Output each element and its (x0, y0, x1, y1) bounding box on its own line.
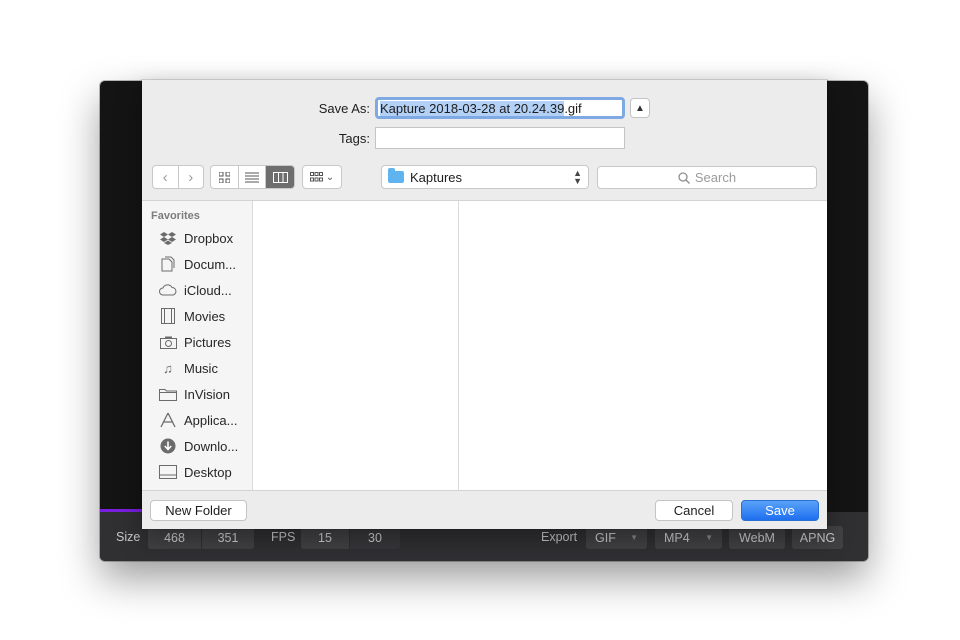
sidebar-item-icloud[interactable]: iCloud... (159, 280, 232, 300)
format-webm[interactable]: WebM (729, 526, 785, 549)
format-gif[interactable]: GIF ▼ (586, 526, 647, 549)
film-icon (159, 308, 177, 324)
sidebar-item-label: iCloud... (184, 282, 232, 298)
list-icon (245, 172, 259, 182)
sidebar-item-music[interactable]: ♫ Music (159, 358, 218, 378)
applications-icon (159, 412, 177, 428)
sidebar-item-movies[interactable]: Movies (159, 306, 225, 326)
save-button[interactable]: Save (741, 500, 819, 521)
back-button[interactable]: ‹ (153, 166, 179, 188)
save-as-label: Save As: (318, 101, 370, 116)
sidebar-item-pictures[interactable]: Pictures (159, 332, 231, 352)
chevron-down-icon: ⌄ (325, 171, 335, 183)
fps-label: FPS (271, 530, 296, 544)
column-view-button[interactable] (266, 166, 294, 188)
sidebar-item-label: InVision (184, 386, 231, 402)
tags-input[interactable] (375, 127, 625, 149)
cancel-button[interactable]: Cancel (655, 500, 733, 521)
chevron-down-icon: ▼ (705, 533, 713, 542)
cloud-icon (159, 282, 177, 298)
sidebar-item-label: Music (184, 360, 218, 376)
format-apng-label: APNG (799, 530, 836, 545)
filename-input[interactable]: Kapture 2018-03-28 at 20.24.39 .gif (375, 97, 625, 119)
fps-option-30[interactable]: 30 (350, 526, 400, 549)
format-mp4[interactable]: MP4 ▼ (655, 526, 722, 549)
grid-icon (218, 171, 230, 183)
sidebar: Favorites Dropbox Docum... iCloud... Mov… (142, 201, 253, 490)
save-sheet: Save As: Kapture 2018-03-28 at 20.24.39.… (142, 80, 827, 529)
expand-button[interactable]: ▲ (630, 98, 650, 118)
new-folder-button[interactable]: New Folder (150, 500, 247, 521)
chevron-left-icon: ‹ (162, 168, 168, 186)
search-icon (678, 171, 690, 184)
sidebar-item-label: Applica... (184, 412, 238, 428)
format-webm-label: WebM (739, 530, 775, 545)
sidebar-item-label: Docum... (184, 256, 237, 272)
music-note-icon: ♫ (163, 360, 173, 376)
download-icon (159, 438, 177, 454)
arrange-grid-icon (309, 172, 323, 182)
desktop-icon (159, 464, 177, 480)
view-mode-buttons (210, 165, 295, 189)
sidebar-item-downloads[interactable]: Downlo... (159, 436, 238, 456)
search-placeholder: Search (694, 170, 737, 185)
location-label: Kaptures (410, 169, 463, 185)
dropbox-icon (159, 230, 177, 246)
list-view-button[interactable] (239, 166, 267, 188)
sidebar-item-desktop[interactable]: Desktop (159, 462, 232, 482)
sidebar-item-label: Desktop (184, 464, 232, 480)
export-label: Export (541, 530, 578, 544)
size-inputs: 468 351 (148, 526, 254, 549)
camera-icon (159, 334, 177, 350)
icon-view-button[interactable] (211, 166, 239, 188)
sidebar-item-label: Pictures (184, 334, 231, 350)
sidebar-item-applications[interactable]: Applica... (159, 410, 237, 430)
search-field[interactable]: Search (597, 166, 817, 189)
format-apng[interactable]: APNG (792, 526, 843, 549)
file-browser: Favorites Dropbox Docum... iCloud... Mov… (142, 200, 827, 491)
chevron-up-icon: ▲ (635, 102, 645, 114)
arrange-button[interactable]: ⌄ (302, 165, 342, 189)
sidebar-item-label: Downlo... (184, 438, 239, 454)
fps-selector: 15 30 (301, 526, 400, 549)
columns-icon (272, 171, 288, 183)
sidebar-item-documents[interactable]: Docum... (159, 254, 236, 274)
favorites-header: Favorites (151, 210, 200, 222)
browser-column-1[interactable] (253, 201, 459, 490)
height-input[interactable]: 351 (202, 526, 254, 549)
location-popup[interactable]: Kaptures ▲ ▼ (381, 165, 589, 189)
sidebar-item-label: Dropbox (184, 230, 234, 246)
filename-selected-text: Kapture 2018-03-28 at 20.24.39 (380, 100, 565, 116)
documents-icon (159, 256, 177, 272)
folder-icon (388, 168, 404, 183)
back-forward-buttons: ‹ › (152, 165, 204, 189)
folder-icon (159, 386, 177, 402)
sidebar-item-invision[interactable]: InVision (159, 384, 230, 404)
fps-option-15[interactable]: 15 (301, 526, 350, 549)
size-label: Size (116, 530, 141, 544)
chevron-down-icon: ▼ (630, 533, 638, 542)
sidebar-item-dropbox[interactable]: Dropbox (159, 228, 233, 248)
updown-chevron-icon: ▲ ▼ (573, 168, 582, 186)
forward-button[interactable]: › (179, 166, 204, 188)
filename-extension: .gif (564, 100, 582, 116)
format-gif-label: GIF (595, 530, 616, 545)
browser-column-2[interactable] (458, 201, 827, 490)
tags-label: Tags: (338, 131, 370, 146)
sidebar-item-label: Movies (184, 308, 226, 324)
format-mp4-label: MP4 (664, 530, 690, 545)
width-input[interactable]: 468 (148, 526, 202, 549)
chevron-right-icon: › (188, 168, 194, 186)
